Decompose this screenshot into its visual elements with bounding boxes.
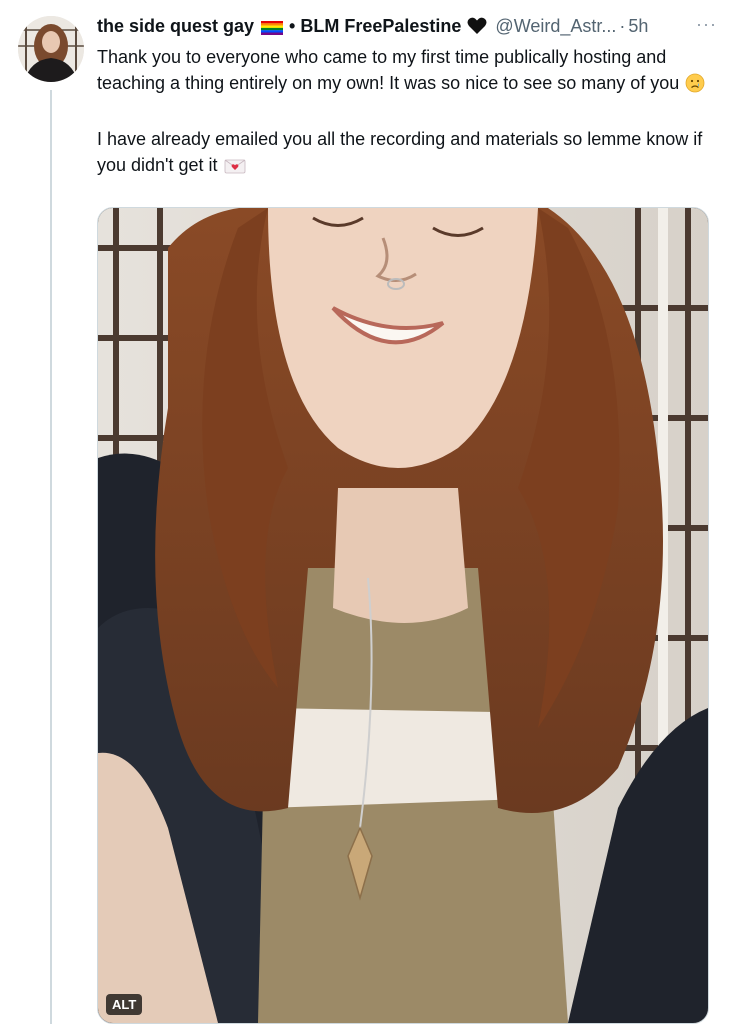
tweet-paragraph-2-text: I have already emailed you all the recor… <box>97 129 703 175</box>
alt-text-badge[interactable]: ALT <box>106 994 143 1015</box>
tweet-text: Thank you to everyone who came to my fir… <box>97 44 717 182</box>
black-heart-icon <box>467 17 487 35</box>
name-separator-dot: • <box>289 15 296 36</box>
time-separator: · <box>619 15 626 36</box>
rainbow-flag-icon <box>261 19 284 35</box>
tweet-paragraph-1: Thank you to everyone who came to my fir… <box>97 44 717 100</box>
avatar[interactable] <box>18 16 84 82</box>
tweet-paragraph-1-text: Thank you to everyone who came to my fir… <box>97 47 680 93</box>
tweet-paragraph-2: I have already emailed you all the recor… <box>97 126 717 182</box>
display-name[interactable]: the side quest gay <box>97 16 254 37</box>
timestamp[interactable]: 5h <box>628 16 648 37</box>
crying-face-emoji <box>685 73 705 100</box>
more-options-icon[interactable]: ··· <box>696 14 717 35</box>
display-name-suffix[interactable]: BLM FreePalestine <box>300 16 461 37</box>
love-letter-emoji <box>224 156 246 182</box>
tweet-header: the side quest gay • BLM FreePalestine @… <box>97 14 717 38</box>
thread-line <box>50 90 52 1024</box>
user-handle[interactable]: @Weird_Astr... <box>495 16 616 37</box>
tweet-media-photo[interactable]: ALT <box>97 207 709 1024</box>
